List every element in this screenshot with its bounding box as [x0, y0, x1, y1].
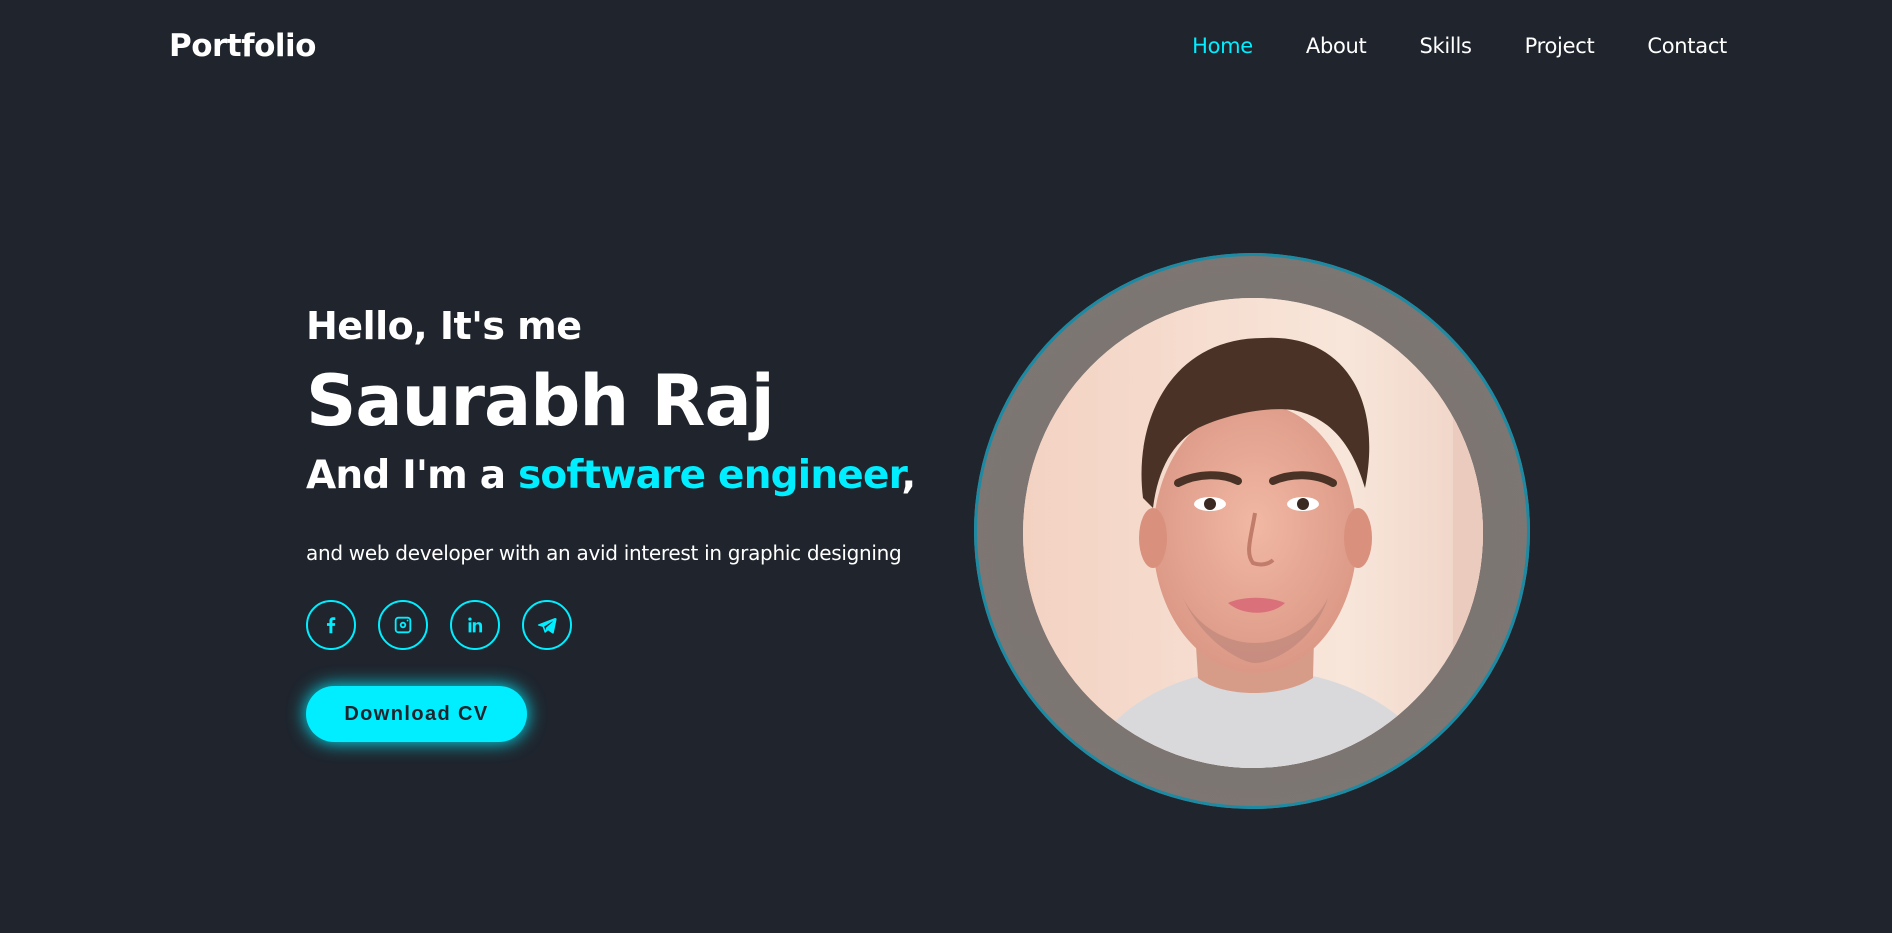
nav-contact[interactable]: Contact: [1647, 30, 1727, 62]
telegram-link[interactable]: [522, 600, 572, 650]
profile-photo-illustration: [1023, 298, 1483, 768]
hero-text: Hello, It's me Saurabh Raj And I'm a sof…: [306, 296, 986, 588]
profile-photo-frame: [974, 253, 1530, 809]
social-links: [306, 600, 572, 650]
header: Portfolio Home About Skills Project Cont…: [0, 0, 1892, 92]
nav-project[interactable]: Project: [1525, 30, 1595, 62]
role-suffix: ,: [901, 453, 916, 498]
nav-skills[interactable]: Skills: [1420, 30, 1472, 62]
role-line: And I'm a software engineer,: [306, 446, 986, 506]
hero-name: Saurabh Raj: [306, 360, 775, 442]
hero-description: and web developer with an avid interest …: [306, 541, 902, 565]
role-prefix: And I'm a: [306, 453, 506, 498]
facebook-icon: [326, 617, 336, 634]
role-highlight: software engineer: [518, 453, 902, 498]
nav-home[interactable]: Home: [1192, 30, 1253, 62]
download-cv-button[interactable]: Download CV: [306, 686, 527, 742]
main-nav: Home About Skills Project Contact: [1192, 30, 1727, 62]
telegram-icon: [537, 617, 557, 634]
instagram-link[interactable]: [378, 600, 428, 650]
greeting: Hello, It's me: [306, 304, 582, 348]
facebook-link[interactable]: [306, 600, 356, 650]
instagram-icon: [394, 616, 412, 634]
logo[interactable]: Portfolio: [169, 25, 316, 67]
profile-photo: [1023, 298, 1483, 768]
linkedin-link[interactable]: [450, 600, 500, 650]
linkedin-icon: [468, 617, 483, 633]
nav-about[interactable]: About: [1306, 30, 1367, 62]
